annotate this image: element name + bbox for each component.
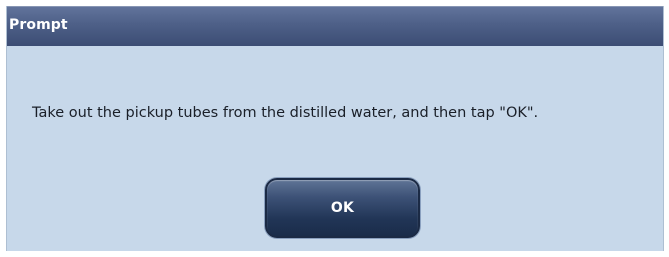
dialog-message: Take out the pickup tubes from the disti… [32, 105, 539, 121]
ok-button[interactable]: OK [265, 178, 420, 238]
dialog-titlebar: Prompt [7, 6, 663, 46]
prompt-dialog: Prompt Take out the pickup tubes from th… [6, 6, 664, 251]
ok-button-label: OK [330, 200, 355, 216]
dialog-title: Prompt [9, 17, 68, 33]
